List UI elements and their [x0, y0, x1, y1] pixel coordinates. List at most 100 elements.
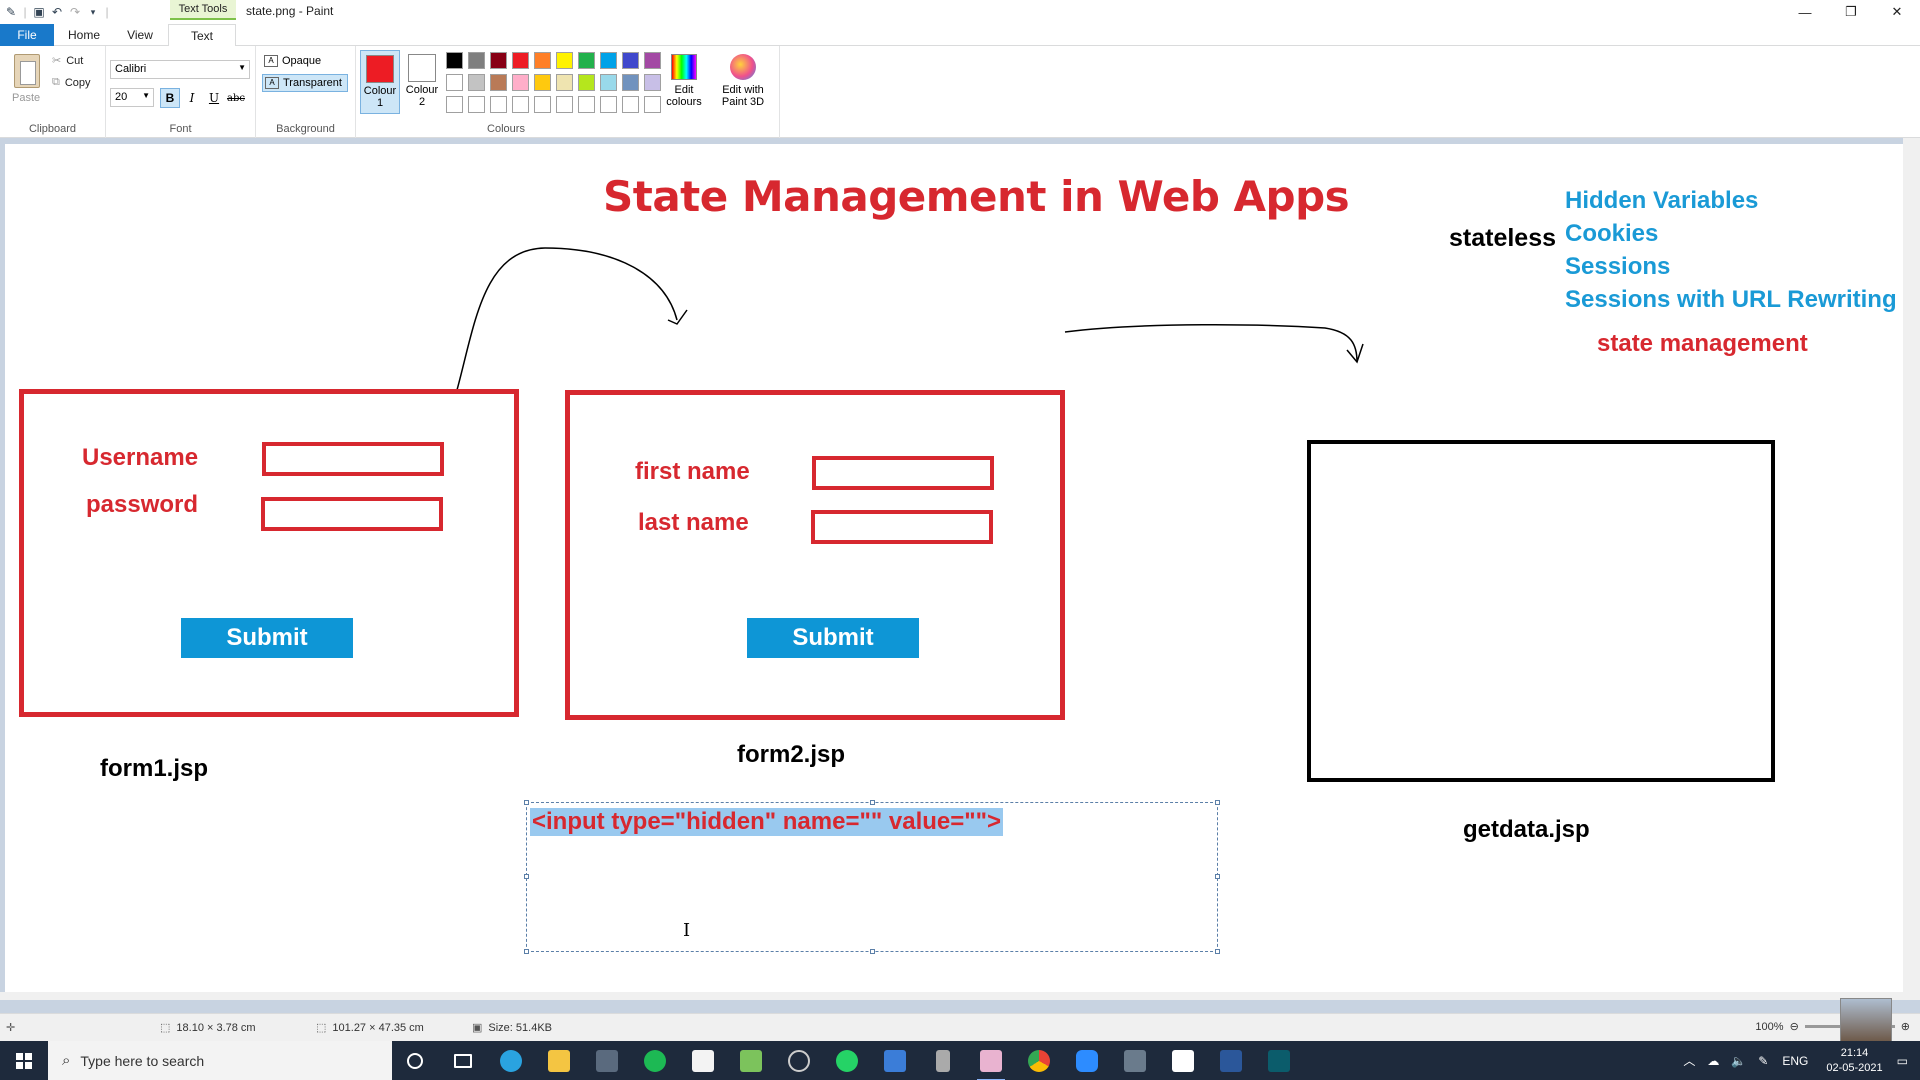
taskbar-search[interactable]: ⌕ Type here to search: [48, 1041, 392, 1080]
undo-icon[interactable]: ↶: [48, 3, 66, 21]
resize-handle[interactable]: [870, 800, 875, 805]
resize-handle[interactable]: [524, 949, 529, 954]
save-icon[interactable]: ▣: [30, 3, 48, 21]
start-button[interactable]: [0, 1041, 48, 1080]
app-icon[interactable]: [587, 1046, 627, 1076]
zoom-out-icon[interactable]: ⊖: [1790, 1020, 1799, 1033]
chrome-icon[interactable]: [1019, 1046, 1059, 1076]
image-size: ⬚ 101.27 × 47.35 cm: [316, 1021, 424, 1035]
palette-swatch[interactable]: [468, 96, 485, 113]
notifications-icon[interactable]: ▭: [1897, 1054, 1908, 1068]
palette-swatch[interactable]: [622, 74, 639, 91]
palette-swatch[interactable]: [622, 52, 639, 69]
palette-swatch[interactable]: [600, 74, 617, 91]
palette-swatch[interactable]: [490, 52, 507, 69]
palette-swatch[interactable]: [622, 96, 639, 113]
word-icon[interactable]: [1211, 1046, 1251, 1076]
minimize-button[interactable]: —: [1782, 0, 1828, 24]
font-family-select[interactable]: Calibri ▼: [110, 60, 250, 79]
palette-swatch[interactable]: [578, 52, 595, 69]
palette-swatch[interactable]: [512, 74, 529, 91]
palette-swatch[interactable]: [644, 52, 661, 69]
bold-button[interactable]: B: [160, 88, 180, 108]
resize-handle[interactable]: [870, 949, 875, 954]
palette-swatch[interactable]: [534, 96, 551, 113]
chevron-down-icon: ▼: [238, 63, 246, 72]
palette-swatch[interactable]: [556, 74, 573, 91]
paste-icon[interactable]: [14, 54, 40, 88]
resize-handle[interactable]: [524, 874, 529, 879]
tab-view[interactable]: View: [114, 24, 166, 46]
file-explorer-icon[interactable]: [539, 1046, 579, 1076]
java-icon[interactable]: [1163, 1046, 1203, 1076]
strikethrough-button[interactable]: abc: [226, 88, 246, 108]
spotify-icon[interactable]: [635, 1046, 675, 1076]
camera-icon[interactable]: [1115, 1046, 1155, 1076]
resize-handle[interactable]: [1215, 800, 1220, 805]
palette-swatch[interactable]: [446, 74, 463, 91]
opaque-option[interactable]: A Opaque: [262, 52, 348, 70]
palette-swatch[interactable]: [512, 96, 529, 113]
palette-swatch[interactable]: [556, 52, 573, 69]
palette-swatch[interactable]: [644, 96, 661, 113]
italic-button[interactable]: I: [182, 88, 202, 108]
resize-handle[interactable]: [524, 800, 529, 805]
zoom-icon[interactable]: [1067, 1046, 1107, 1076]
selected-text[interactable]: <input type="hidden" name="" value="">: [530, 808, 1004, 836]
telegram-icon[interactable]: [491, 1046, 531, 1076]
store-icon[interactable]: [683, 1046, 723, 1076]
close-button[interactable]: ✕: [1874, 0, 1920, 24]
volume-icon[interactable]: 🔈: [1731, 1054, 1746, 1068]
clock[interactable]: 21:14 02-05-2021: [1826, 1046, 1882, 1076]
tab-text[interactable]: Text: [168, 24, 236, 47]
copy-button[interactable]: ⧉ Copy: [52, 76, 91, 89]
tab-home[interactable]: Home: [56, 24, 112, 46]
customize-qa-icon[interactable]: ▾: [84, 3, 102, 21]
edit-colours-button[interactable]: Edit colours: [662, 54, 706, 108]
redo-icon[interactable]: ↷: [66, 3, 84, 21]
cut-button[interactable]: ✂ Cut: [52, 54, 83, 68]
colour2-button[interactable]: Colour 2: [402, 50, 442, 114]
recorder-icon[interactable]: [923, 1046, 963, 1076]
chevron-up-icon[interactable]: ︿: [1683, 1052, 1695, 1069]
palette-swatch[interactable]: [600, 52, 617, 69]
edit-paint3d-button[interactable]: Edit with Paint 3D: [716, 54, 770, 108]
horizontal-scrollbar[interactable]: [0, 992, 1903, 1000]
palette-swatch[interactable]: [534, 52, 551, 69]
app-icon[interactable]: [1259, 1046, 1299, 1076]
palette-swatch[interactable]: [468, 74, 485, 91]
palette-swatch[interactable]: [446, 52, 463, 69]
palette-swatch[interactable]: [468, 52, 485, 69]
resize-handle[interactable]: [1215, 874, 1220, 879]
palette-swatch[interactable]: [578, 96, 595, 113]
vertical-scrollbar[interactable]: [1903, 138, 1920, 1000]
pen-icon[interactable]: ✎: [1758, 1054, 1768, 1068]
paint-app-icon[interactable]: ✎: [2, 3, 20, 21]
restore-button[interactable]: ❐: [1828, 0, 1874, 24]
notepad-icon[interactable]: [731, 1046, 771, 1076]
palette-swatch[interactable]: [556, 96, 573, 113]
cortana-icon[interactable]: [395, 1046, 435, 1076]
zoom-in-icon[interactable]: ⊕: [1901, 1020, 1910, 1033]
transparent-option[interactable]: A Transparent: [262, 74, 348, 92]
palette-swatch[interactable]: [512, 52, 529, 69]
palette-swatch[interactable]: [490, 74, 507, 91]
palette-swatch[interactable]: [578, 74, 595, 91]
resize-handle[interactable]: [1215, 949, 1220, 954]
onedrive-icon[interactable]: ☁: [1707, 1054, 1719, 1068]
palette-swatch[interactable]: [644, 74, 661, 91]
tab-file[interactable]: File: [0, 24, 54, 46]
whatsapp-icon[interactable]: [827, 1046, 867, 1076]
calculator-icon[interactable]: [875, 1046, 915, 1076]
language-indicator[interactable]: ENG: [1782, 1054, 1808, 1068]
palette-swatch[interactable]: [534, 74, 551, 91]
font-size-select[interactable]: 20 ▼: [110, 88, 154, 107]
paint-taskbar-icon[interactable]: [971, 1046, 1011, 1080]
eclipse-icon[interactable]: [779, 1046, 819, 1076]
palette-swatch[interactable]: [600, 96, 617, 113]
task-view-icon[interactable]: [443, 1046, 483, 1076]
palette-swatch[interactable]: [490, 96, 507, 113]
colour1-button[interactable]: Colour 1: [360, 50, 400, 114]
palette-swatch[interactable]: [446, 96, 463, 113]
underline-button[interactable]: U: [204, 88, 224, 108]
